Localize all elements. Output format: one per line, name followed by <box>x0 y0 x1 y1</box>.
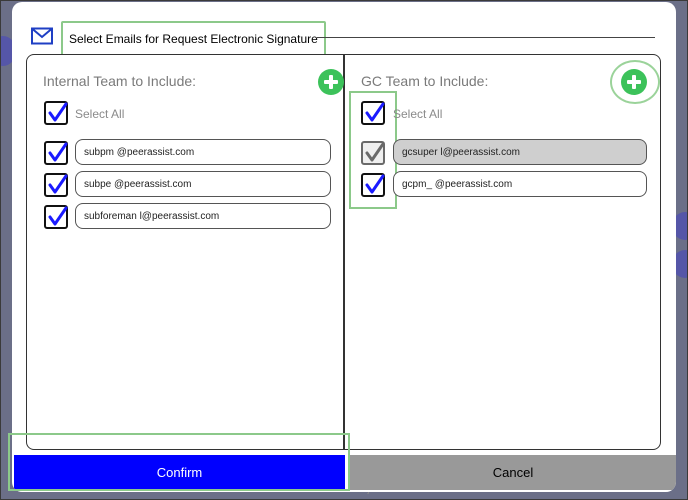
internal-team-heading: Internal Team to Include: <box>43 73 197 89</box>
internal-select-all-label: Select All <box>75 107 125 121</box>
add-gc-email-button[interactable] <box>621 69 647 95</box>
internal-email-field[interactable]: subforeman l@peerassist.com <box>75 203 331 229</box>
gc-email-checkbox[interactable] <box>361 173 385 197</box>
header-divider <box>317 37 655 38</box>
confirm-button[interactable]: Confirm <box>14 455 345 490</box>
gc-email-field-disabled: gcsuper l@peerassist.com <box>393 139 647 165</box>
internal-email-field[interactable]: subpe @peerassist.com <box>75 171 331 197</box>
internal-select-all-checkbox[interactable] <box>44 101 68 125</box>
gc-email-checkbox-disabled <box>361 141 385 165</box>
envelope-icon <box>31 27 53 45</box>
gc-email-field[interactable]: gcpm_ @peerassist.com <box>393 171 647 197</box>
email-selection-dialog: Select Emails for Request Electronic Sig… <box>12 2 676 492</box>
internal-email-checkbox[interactable] <box>44 173 68 197</box>
gc-team-panel: GC Team to Include: Select All gcsuper l… <box>344 54 661 450</box>
dialog-title: Select Emails for Request Electronic Sig… <box>61 21 326 57</box>
internal-email-checkbox[interactable] <box>44 141 68 165</box>
internal-email-checkbox[interactable] <box>44 205 68 229</box>
gc-select-all-checkbox[interactable] <box>361 101 385 125</box>
internal-team-panel: Internal Team to Include: Select All sub… <box>26 54 344 450</box>
gc-select-all-label: Select All <box>393 107 443 121</box>
dialog-header: Select Emails for Request Electronic Sig… <box>12 2 676 57</box>
gc-team-heading: GC Team to Include: <box>361 73 489 89</box>
internal-email-field[interactable]: subpm @peerassist.com <box>75 139 331 165</box>
add-internal-email-button[interactable] <box>318 69 344 95</box>
cancel-button[interactable]: Cancel <box>350 455 676 490</box>
